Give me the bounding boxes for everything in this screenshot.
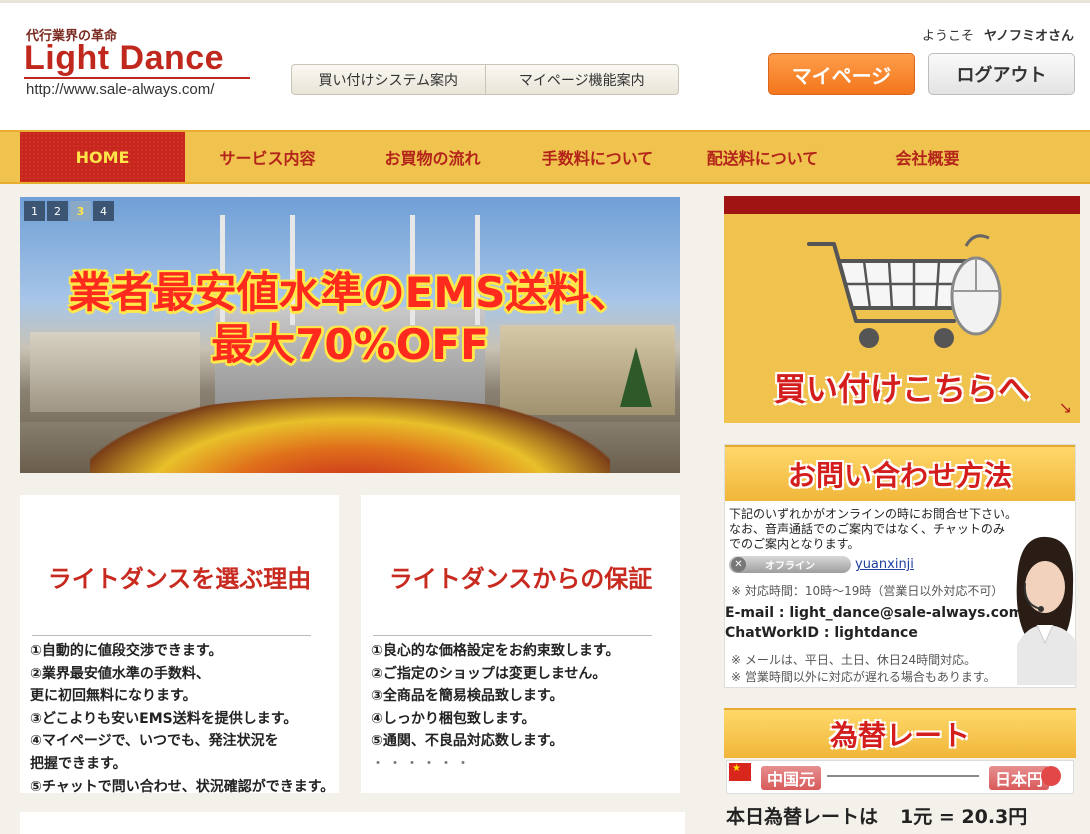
list-item: 更に初回無料になります。 xyxy=(30,688,197,705)
nav-home[interactable]: HOME xyxy=(20,132,185,182)
logout-button[interactable]: ログアウト xyxy=(928,53,1075,95)
guarantee-title: ライトダンスからの保証 xyxy=(388,565,653,593)
list-item: ②ご指定のショップは変更しません。 xyxy=(371,665,607,682)
contact-panel: お問い合わせ方法 下記のいずれかがオンラインの時にお問合せ下さい。 なお、音声通… xyxy=(724,444,1077,688)
guarantee-list: ①良心的な価格設定をお約束致します。 ②ご指定のショップは変更しません。 ③全商… xyxy=(371,640,619,776)
today-rate-value: 1元 = 20.3円 xyxy=(900,806,1028,828)
buy-banner[interactable]: 買い付けこちらへ ↘ xyxy=(724,196,1080,423)
reasons-box: ライトダンスを選ぶ理由 ①自動的に値段交渉できます。 ②業界最安値水準の手数料、… xyxy=(20,495,339,795)
list-item: ①良心的な価格設定をお約束致します。 xyxy=(371,643,620,659)
guarantee-box: ライトダンスからの保証 ①良心的な価格設定をお約束致します。 ②ご指定のショップ… xyxy=(361,495,680,793)
delay-note: ※ 営業時間以外に対応が遅れる場合もあります。 xyxy=(731,670,996,684)
logo-brand[interactable]: Light Dance xyxy=(24,39,224,78)
reasons-divider xyxy=(32,635,311,636)
logo-underline xyxy=(24,77,250,79)
contact-email[interactable]: E-mail : light_dance@sale-always.com xyxy=(725,605,1023,621)
currency-connector xyxy=(827,775,979,777)
buy-caption: 買い付けこちらへ xyxy=(773,370,1030,408)
list-item: ②業界最安値水準の手数料、 xyxy=(30,665,210,682)
sub-navigation: 買い付けシステム案内 マイページ機能案内 xyxy=(291,64,679,95)
nav-services[interactable]: サービス内容 xyxy=(200,132,335,182)
china-flag-icon xyxy=(729,763,751,781)
slider-page-1[interactable]: 1 xyxy=(24,201,45,221)
list-ellipsis: ・・・・・・ xyxy=(371,755,473,772)
site-header: 代行業界の革命 Light Dance http://www.sale-alwa… xyxy=(0,0,1090,130)
currency-jpy: 日本円 xyxy=(989,766,1050,790)
list-item: ③全商品を簡易検品致します。 xyxy=(371,688,564,705)
slider-page-4[interactable]: 4 xyxy=(93,201,114,221)
main-navigation: HOME サービス内容 お買物の流れ 手数料について 配送料について 会社概要 xyxy=(0,130,1090,184)
currency-bar: 中国元 日本円 xyxy=(726,760,1074,794)
list-item: ④しっかり梱包致します。 xyxy=(371,710,536,727)
skype-id-link[interactable]: yuanxinji xyxy=(855,557,914,572)
chatwork-id: ChatWorkID : lightdance xyxy=(725,625,918,641)
exchange-rate-panel: 為替レート 中国元 日本円 本日為替レートは 1元 = 20.3円 xyxy=(724,708,1076,834)
contact-title: お問い合わせ方法 xyxy=(725,445,1075,501)
today-rate: 本日為替レートは 1元 = 20.3円 xyxy=(726,802,1027,829)
offline-icon: ✕ xyxy=(731,557,746,572)
hero-slider[interactable]: 業者最安値水準のEMS送料、 最大70%OFF 1 2 3 4 xyxy=(20,197,680,473)
mypage-button[interactable]: マイページ xyxy=(768,53,915,95)
today-rate-label: 本日為替レートは xyxy=(726,806,879,828)
welcome-message: ようこそ ヤノフミオさん xyxy=(922,25,1074,44)
slider-page-2[interactable]: 2 xyxy=(47,201,68,221)
skype-status-badge[interactable]: オフライン xyxy=(729,556,851,573)
list-item: ④マイページで、いつでも、発注状況を xyxy=(30,733,279,750)
slider-pager: 1 2 3 4 xyxy=(24,201,114,221)
reasons-title: ライトダンスを選ぶ理由 xyxy=(47,565,312,593)
welcome-prefix: ようこそ xyxy=(922,29,975,44)
support-hours: ※ 対応時間：10時～19時（営業日以外対応不可） xyxy=(731,584,1004,598)
nav-fees[interactable]: 手数料について xyxy=(530,132,665,182)
shopping-cart-icon xyxy=(807,234,1002,348)
slider-page-3[interactable]: 3 xyxy=(70,201,91,221)
nav-shipping[interactable]: 配送料について xyxy=(695,132,830,182)
nav-company[interactable]: 会社概要 xyxy=(860,132,995,182)
contact-desc-line: なお、音声通話でのご案内ではなく、チャットのみ xyxy=(729,522,1005,536)
nav-shopping-flow[interactable]: お買物の流れ xyxy=(365,132,500,182)
subnav-purchase-system[interactable]: 買い付けシステム案内 xyxy=(292,65,485,94)
reasons-list: ①自動的に値段交渉できます。 ②業界最安値水準の手数料、 更に初回無料になります… xyxy=(30,640,334,798)
rate-title: 為替レート xyxy=(724,708,1076,758)
user-name: ヤノフミオさん xyxy=(984,29,1074,44)
hero-headline-2: 最大70%OFF xyxy=(211,320,489,369)
guarantee-divider xyxy=(373,635,652,636)
japan-flag-icon xyxy=(1041,766,1061,786)
subnav-mypage-features[interactable]: マイページ機能案内 xyxy=(484,65,679,94)
logo-url: http://www.sale-always.com/ xyxy=(26,81,215,98)
contact-description: 下記のいずれかがオンラインの時にお問合せ下さい。 なお、音声通話でのご案内ではな… xyxy=(729,507,1019,552)
arrow-corner-icon: ↘ xyxy=(1058,398,1072,417)
list-item: ⑤通関、不良品対応数します。 xyxy=(371,733,564,750)
contact-desc-line: 下記のいずれかがオンラインの時にお問合せ下さい。 xyxy=(729,507,1018,521)
list-item: ①自動的に値段交渉できます。 xyxy=(30,643,223,659)
list-item: ⑤チャットで問い合わせ、状況確認ができます。 xyxy=(30,778,335,795)
content-box-next xyxy=(20,812,685,834)
list-item: 把握できます。 xyxy=(30,755,127,772)
operator-avatar xyxy=(1016,536,1077,685)
email-note: ※ メールは、平日、土日、休日24時間対応。 xyxy=(731,653,977,667)
contact-desc-line: でのご案内となります。 xyxy=(729,537,860,551)
currency-cny: 中国元 xyxy=(761,766,822,790)
list-item: ③どこよりも安いEMS送料を提供します。 xyxy=(30,710,298,727)
